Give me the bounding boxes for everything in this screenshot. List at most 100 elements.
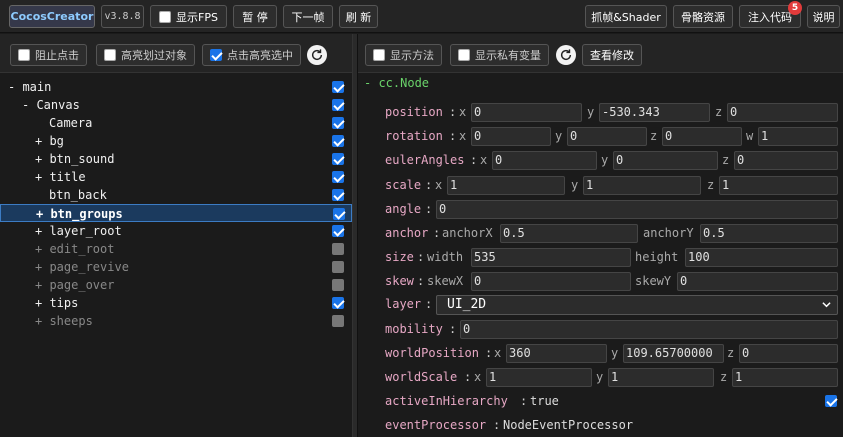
active-in-hierarchy-checkbox[interactable] (825, 395, 837, 407)
axis-label: anchorY (643, 226, 694, 240)
anchor-x-input[interactable]: 0.5 (500, 224, 638, 243)
angle-input[interactable]: 0 (436, 200, 838, 219)
tree-node-active-checkbox[interactable] (332, 315, 344, 327)
tree-node-active-checkbox[interactable] (332, 171, 344, 183)
axis-label: z (720, 370, 728, 384)
tree-node-active-checkbox[interactable] (332, 153, 344, 165)
refresh-button[interactable]: 刷 新 (339, 5, 378, 28)
tree-node[interactable]: + btn_groups (0, 204, 352, 222)
tree-node-active-checkbox[interactable] (333, 208, 345, 220)
tree-node[interactable]: btn_back (0, 186, 352, 204)
click-highlight-checkbox[interactable] (210, 49, 222, 61)
mobility-input[interactable]: 0 (460, 320, 838, 339)
prop-label: position (385, 105, 443, 119)
world-scale-x-input[interactable]: 1 (486, 368, 592, 387)
tree-node-active-checkbox[interactable] (332, 261, 344, 273)
chevron-down-icon (822, 302, 831, 308)
click-highlight-toggle[interactable]: 点击高亮选中 (202, 44, 301, 66)
block-click-label: 阻止点击 (35, 49, 79, 62)
layer-select[interactable]: UI_2D (436, 295, 838, 315)
help-button[interactable]: 说明 (807, 5, 840, 28)
euler-z-input[interactable]: 0 (734, 151, 838, 170)
tree-node-active-checkbox[interactable] (332, 225, 344, 237)
capture-shader-button[interactable]: 抓帧&Shader (585, 5, 667, 28)
skew-y-input[interactable]: 0 (677, 272, 838, 291)
pause-button[interactable]: 暂 停 (233, 5, 277, 28)
position-z-input[interactable]: 0 (727, 103, 838, 122)
tree-node-label: + sheeps (35, 314, 93, 328)
inspector-refresh-button[interactable] (556, 45, 576, 65)
tree-node-label: - Canvas (22, 98, 80, 112)
tree-node[interactable]: + sheeps (0, 312, 352, 330)
tree-node[interactable]: - Canvas (0, 96, 352, 114)
tree-node-active-checkbox[interactable] (332, 99, 344, 111)
prop-label: eulerAngles (385, 153, 465, 167)
view-changes-button[interactable]: 查看修改 (582, 44, 642, 66)
inspector-panel: 显示方法 显示私有变量 查看修改 - cc.Node position : x … (358, 34, 843, 437)
axis-label: width (427, 250, 464, 264)
prop-label: eventProcessor (385, 418, 487, 432)
component-header[interactable]: - cc.Node (364, 76, 429, 90)
show-private-checkbox[interactable] (458, 49, 470, 61)
scale-x-input[interactable]: 1 (447, 176, 565, 195)
bone-assets-button[interactable]: 骨骼资源 (673, 5, 733, 28)
colon: : (470, 153, 478, 167)
tree-node[interactable]: + tips (0, 294, 352, 312)
tree-node-label: + page_revive (35, 260, 129, 274)
highlight-hover-toggle[interactable]: 高亮划过对象 (96, 44, 195, 66)
tree-node[interactable]: + layer_root (0, 222, 352, 240)
tree-node[interactable]: + title (0, 168, 352, 186)
hierarchy-refresh-button[interactable] (307, 45, 327, 65)
tree-node-active-checkbox[interactable] (332, 297, 344, 309)
show-private-toggle[interactable]: 显示私有变量 (450, 44, 549, 66)
size-width-input[interactable]: 535 (471, 248, 631, 267)
skew-x-input[interactable]: 0 (471, 272, 631, 291)
world-scale-z-input[interactable]: 1 (732, 368, 838, 387)
position-x-input[interactable]: 0 (471, 103, 582, 122)
rotation-w-input[interactable]: 1 (758, 127, 838, 146)
rotation-y-input[interactable]: 0 (567, 127, 647, 146)
world-position-y-input[interactable]: 109.65700000 (623, 344, 724, 363)
rotation-z-input[interactable]: 0 (662, 127, 742, 146)
next-frame-button[interactable]: 下一帧 (283, 5, 333, 28)
block-click-checkbox[interactable] (18, 49, 30, 61)
euler-x-input[interactable]: 0 (492, 151, 597, 170)
tree-node-active-checkbox[interactable] (332, 135, 344, 147)
show-fps-checkbox[interactable] (159, 10, 172, 23)
tree-node[interactable]: + btn_sound (0, 150, 352, 168)
tree-node-active-checkbox[interactable] (332, 117, 344, 129)
highlight-hover-checkbox[interactable] (104, 49, 116, 61)
world-scale-y-input[interactable]: 1 (608, 368, 714, 387)
scale-z-input[interactable]: 1 (719, 176, 838, 195)
tree-node[interactable]: + page_revive (0, 258, 352, 276)
show-methods-toggle[interactable]: 显示方法 (365, 44, 442, 66)
tree-node[interactable]: - main (0, 78, 352, 96)
anchor-y-input[interactable]: 0.5 (700, 224, 838, 243)
prop-label: anchor (385, 226, 429, 240)
world-position-x-input[interactable]: 360 (506, 344, 607, 363)
tree-node[interactable]: + bg (0, 132, 352, 150)
show-methods-checkbox[interactable] (373, 49, 385, 61)
colon: : (485, 346, 493, 360)
size-height-input[interactable]: 100 (685, 248, 838, 267)
brand-button[interactable]: CocosCreator (9, 5, 95, 28)
axis-label: y (587, 105, 595, 119)
position-y-input[interactable]: -530.343 (599, 103, 710, 122)
show-fps-toggle[interactable]: 显示FPS (150, 5, 227, 28)
tree-node-active-checkbox[interactable] (332, 81, 344, 93)
tree-node[interactable]: + edit_root (0, 240, 352, 258)
tree-node-active-checkbox[interactable] (332, 279, 344, 291)
prop-label: mobility (385, 322, 443, 336)
tree-node-active-checkbox[interactable] (332, 189, 344, 201)
prop-active-in-hierarchy: activeInHierarchy : true (385, 391, 840, 411)
block-click-toggle[interactable]: 阻止点击 (10, 44, 87, 66)
euler-y-input[interactable]: 0 (613, 151, 718, 170)
inspector-options-bar: 显示方法 显示私有变量 查看修改 (358, 34, 843, 73)
tree-node[interactable]: Camera (0, 114, 352, 132)
rotation-x-input[interactable]: 0 (471, 127, 551, 146)
world-position-z-input[interactable]: 0 (739, 344, 838, 363)
scale-y-input[interactable]: 1 (583, 176, 701, 195)
tree-node-active-checkbox[interactable] (332, 243, 344, 255)
tree-node-label: + edit_root (35, 242, 115, 256)
tree-node[interactable]: + page_over (0, 276, 352, 294)
